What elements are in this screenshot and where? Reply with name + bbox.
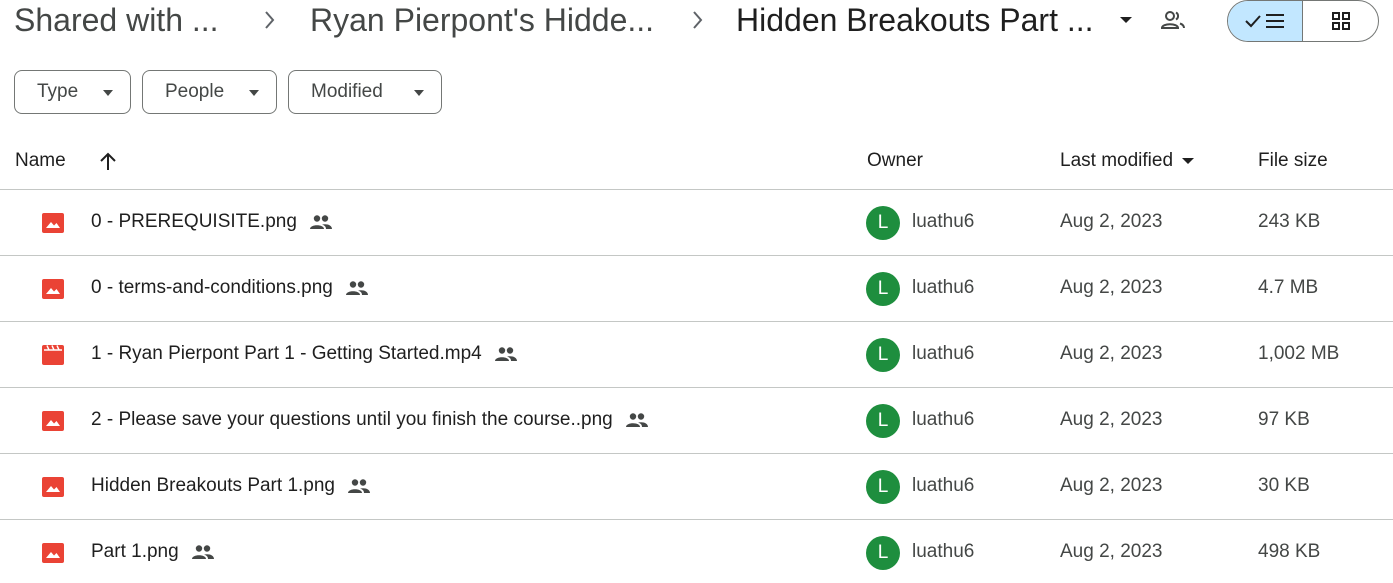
file-name[interactable]: 1 - Ryan Pierpont Part 1 - Getting Start…: [91, 343, 482, 365]
column-name-header[interactable]: Name: [15, 150, 66, 172]
file-size: 30 KB: [1258, 475, 1310, 496]
owner-name: luathu6: [912, 541, 975, 562]
caret-down-icon: [103, 90, 113, 96]
file-name[interactable]: Hidden Breakouts Part 1.png: [91, 475, 335, 497]
table-header: Name Owner Last modified File size: [0, 138, 1393, 190]
check-list-icon: [1245, 14, 1284, 28]
shared-icon: [345, 280, 369, 296]
caret-down-icon: [414, 90, 424, 96]
modified-date: Aug 2, 2023: [1060, 343, 1163, 364]
column-last-modified-label: Last modified: [1060, 150, 1174, 171]
owner-name: luathu6: [912, 475, 975, 496]
owner-name: luathu6: [912, 343, 975, 364]
shared-icon: [625, 412, 649, 428]
image-file-icon: [41, 278, 65, 300]
chevron-right-icon: [690, 9, 706, 31]
file-name[interactable]: 0 - PREREQUISITE.png: [91, 211, 297, 233]
file-name[interactable]: Part 1.png: [91, 541, 179, 563]
column-file-size-header[interactable]: File size: [1258, 150, 1328, 172]
shared-icon: [309, 214, 333, 230]
grid-icon: [1331, 12, 1350, 30]
filter-modified[interactable]: Modified: [288, 70, 442, 114]
sort-ascending-arrow-icon[interactable]: [98, 150, 118, 172]
file-row[interactable]: 0 - PREREQUISITE.png L luathu6 Aug 2, 20…: [0, 190, 1393, 256]
breadcrumb: Shared with ... Ryan Pierpont's Hidde...…: [0, 0, 1393, 42]
owner-avatar[interactable]: L: [866, 404, 900, 438]
file-size: 243 KB: [1258, 211, 1321, 232]
filter-modified-label: Modified: [311, 81, 383, 102]
owner-name: luathu6: [912, 277, 975, 298]
file-row[interactable]: 0 - terms-and-conditions.png L luathu6 A…: [0, 256, 1393, 322]
filter-people[interactable]: People: [142, 70, 277, 114]
shared-icon: [494, 346, 518, 362]
file-row[interactable]: Hidden Breakouts Part 1.png L luathu6 Au…: [0, 454, 1393, 520]
shared-icon: [347, 478, 371, 494]
file-name[interactable]: 2 - Please save your questions until you…: [91, 409, 613, 431]
file-size: 1,002 MB: [1258, 343, 1340, 364]
modified-date: Aug 2, 2023: [1060, 211, 1163, 232]
view-toggle: [1227, 0, 1379, 42]
sort-caret-down-icon: [1182, 157, 1195, 164]
image-file-icon: [41, 212, 65, 234]
owner-name: luathu6: [912, 211, 975, 232]
modified-date: Aug 2, 2023: [1060, 277, 1163, 298]
chevron-right-icon: [262, 9, 278, 31]
owner-avatar[interactable]: L: [866, 470, 900, 504]
image-file-icon: [41, 476, 65, 498]
filter-people-label: People: [165, 81, 225, 102]
shared-icon: [191, 544, 215, 560]
column-owner-header[interactable]: Owner: [867, 150, 923, 172]
shared-people-icon[interactable]: [1160, 8, 1186, 32]
breadcrumb-shared-with-me[interactable]: Shared with ...: [14, 1, 219, 39]
file-list: 0 - PREREQUISITE.png L luathu6 Aug 2, 20…: [0, 190, 1393, 583]
caret-down-icon: [249, 90, 259, 96]
grid-view-button[interactable]: [1303, 1, 1378, 41]
breadcrumb-parent-folder[interactable]: Ryan Pierpont's Hidde...: [310, 1, 654, 39]
image-file-icon: [41, 410, 65, 432]
modified-date: Aug 2, 2023: [1060, 541, 1163, 562]
file-row[interactable]: 2 - Please save your questions until you…: [0, 388, 1393, 454]
file-name[interactable]: 0 - terms-and-conditions.png: [91, 277, 333, 299]
owner-avatar[interactable]: L: [866, 338, 900, 372]
modified-date: Aug 2, 2023: [1060, 475, 1163, 496]
folder-menu-caret-icon[interactable]: [1116, 12, 1136, 28]
file-row[interactable]: 1 - Ryan Pierpont Part 1 - Getting Start…: [0, 322, 1393, 388]
file-size: 4.7 MB: [1258, 277, 1319, 298]
filter-type[interactable]: Type: [14, 70, 131, 114]
column-last-modified-header[interactable]: Last modified: [1060, 150, 1195, 172]
owner-name: luathu6: [912, 409, 975, 430]
owner-avatar[interactable]: L: [866, 272, 900, 306]
breadcrumb-current-folder[interactable]: Hidden Breakouts Part ...: [736, 1, 1094, 39]
modified-date: Aug 2, 2023: [1060, 409, 1163, 430]
filter-type-label: Type: [37, 81, 79, 102]
image-file-icon: [41, 542, 65, 564]
list-view-button[interactable]: [1228, 1, 1303, 41]
file-row[interactable]: Part 1.png L luathu6 Aug 2, 2023 498 KB: [0, 520, 1393, 583]
file-size: 498 KB: [1258, 541, 1321, 562]
owner-avatar[interactable]: L: [866, 536, 900, 570]
file-size: 97 KB: [1258, 409, 1310, 430]
video-file-icon: [41, 344, 65, 366]
owner-avatar[interactable]: L: [866, 206, 900, 240]
